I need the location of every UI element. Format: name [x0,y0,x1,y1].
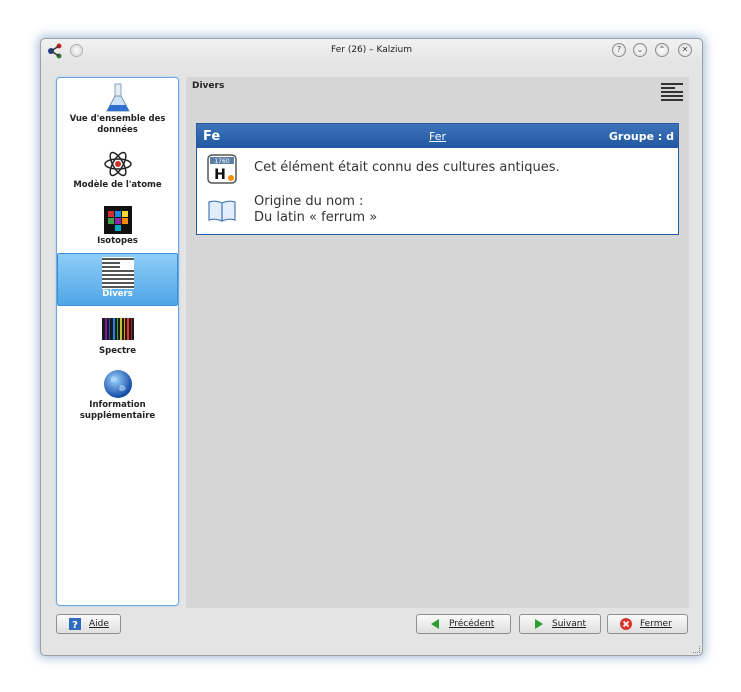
element-name-link[interactable]: Fer [197,130,678,143]
element-group: Groupe : d [608,130,674,143]
close-button[interactable]: Fermer [607,614,688,634]
svg-text:?: ? [72,620,78,630]
flask-icon [105,83,130,112]
name-origin-label: Origine du nom : [254,194,364,209]
atom-icon [103,151,132,177]
spectrum-icon [101,318,134,340]
next-button[interactable]: Suivant [519,614,601,634]
sidebar-item-label: Divers [102,289,133,299]
help-icon: ? [69,618,81,630]
page-title: Divers [192,81,225,91]
name-origin-row: Origine du nom : Du latin « ferrum » [207,194,667,228]
sidebar-item-label: Spectre [98,346,137,356]
help-button-label: Aide [89,619,109,629]
sidebar-item-misc[interactable]: Divers [57,253,178,306]
help-button[interactable]: ? Aide [56,614,121,634]
discovery-row: 1760 H Cet élément était connu des cultu… [207,154,667,186]
close-window-button[interactable]: ✕ [678,43,692,57]
history-icon-badge: 1760 [214,158,229,165]
resize-grip[interactable] [693,646,700,653]
kalzium-dialog-window: Fer (26) – Kalzium ? ⌄ ⌃ ✕ Vue d'ensembl… [40,38,703,656]
close-icon [620,618,632,630]
sidebar-item-isotopes[interactable]: Isotopes [57,204,178,256]
isotopes-icon [103,206,132,234]
arrow-left-icon [431,619,439,629]
sidebar: Vue d'ensemble des données Modèle de l'a… [56,77,179,606]
discovery-text: Cet élément était connu des cultures ant… [254,160,560,175]
name-origin-value: Du latin « ferrum » [254,210,378,225]
misc-stripes-icon [101,257,134,289]
previous-button-label: Précédent [449,619,495,629]
minimize-button[interactable]: ⌄ [633,43,647,57]
previous-button[interactable]: Précédent [416,614,511,634]
element-info-box: Fe Fer Groupe : d 1760 H Cet élément éta… [196,123,679,235]
sidebar-item-extra-info[interactable]: Information supplémentaire [57,368,178,432]
maximize-button[interactable]: ⌃ [655,43,669,57]
sidebar-item-overview[interactable]: Vue d'ensemble des données [57,82,178,140]
next-button-label: Suivant [552,619,586,629]
svg-text:H: H [214,167,226,183]
element-info-header: Fe Fer Groupe : d [197,124,678,148]
window-title: Fer (26) – Kalzium [331,45,412,55]
book-icon [208,200,236,222]
help-titlebar-button[interactable]: ? [612,43,626,57]
sidebar-item-label: Modèle de l'atome [73,180,162,190]
sidebar-item-spectrum[interactable]: Spectre [57,314,178,366]
page-menu-icon[interactable] [661,81,683,103]
close-button-label: Fermer [640,619,672,629]
content-panel: Divers Fe Fer Groupe : d 1760 H Cet élém… [186,77,689,608]
sidebar-item-atom-model[interactable]: Modèle de l'atome [57,148,178,200]
arrow-right-icon [535,619,543,629]
sidebar-item-label: Information supplémentaire [79,400,156,421]
globe-icon [103,370,132,398]
sidebar-item-label: Vue d'ensemble des données [69,114,166,135]
title-bar[interactable]: Fer (26) – Kalzium ? ⌄ ⌃ ✕ [41,39,702,63]
sidebar-item-label: Isotopes [97,236,138,246]
history-icon: 1760 H [207,154,237,184]
